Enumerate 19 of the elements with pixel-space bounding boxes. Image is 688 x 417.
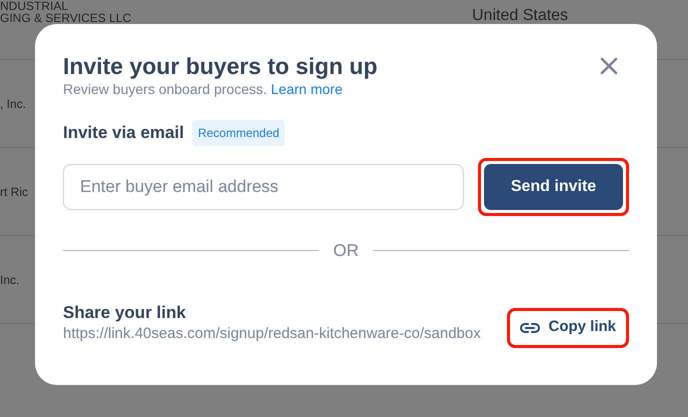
share-link-url: https://link.40seas.com/signup/redsan-kitchenware-co/sandbox xyxy=(63,324,482,343)
table-cell-text: rt Ric xyxy=(0,186,28,198)
table-cell-text: Inc. xyxy=(0,274,20,286)
copy-link-button[interactable]: Copy link xyxy=(507,308,629,348)
learn-more-link[interactable]: Learn more xyxy=(270,80,342,98)
table-cell-text: , Inc. xyxy=(0,98,26,110)
dialog-subtitle: Review buyers onboard process. xyxy=(63,80,267,98)
recommended-badge: Recommended xyxy=(192,120,286,146)
table-cell-text: United States xyxy=(472,6,570,26)
table-cell-text: GING & SERVICES LLC xyxy=(0,12,132,24)
table-cell-text: NDUSTRIAL xyxy=(0,0,68,12)
link-icon xyxy=(520,322,540,334)
email-field[interactable]: Enter buyer email address xyxy=(63,164,464,210)
dialog-title: Invite your buyers to sign up xyxy=(63,52,378,80)
close-icon xyxy=(600,57,618,75)
section-label: Invite via email xyxy=(63,122,184,144)
section-label: Share your link xyxy=(63,302,187,324)
divider-text: OR xyxy=(333,240,359,262)
send-invite-button[interactable]: Send invite xyxy=(484,164,623,210)
